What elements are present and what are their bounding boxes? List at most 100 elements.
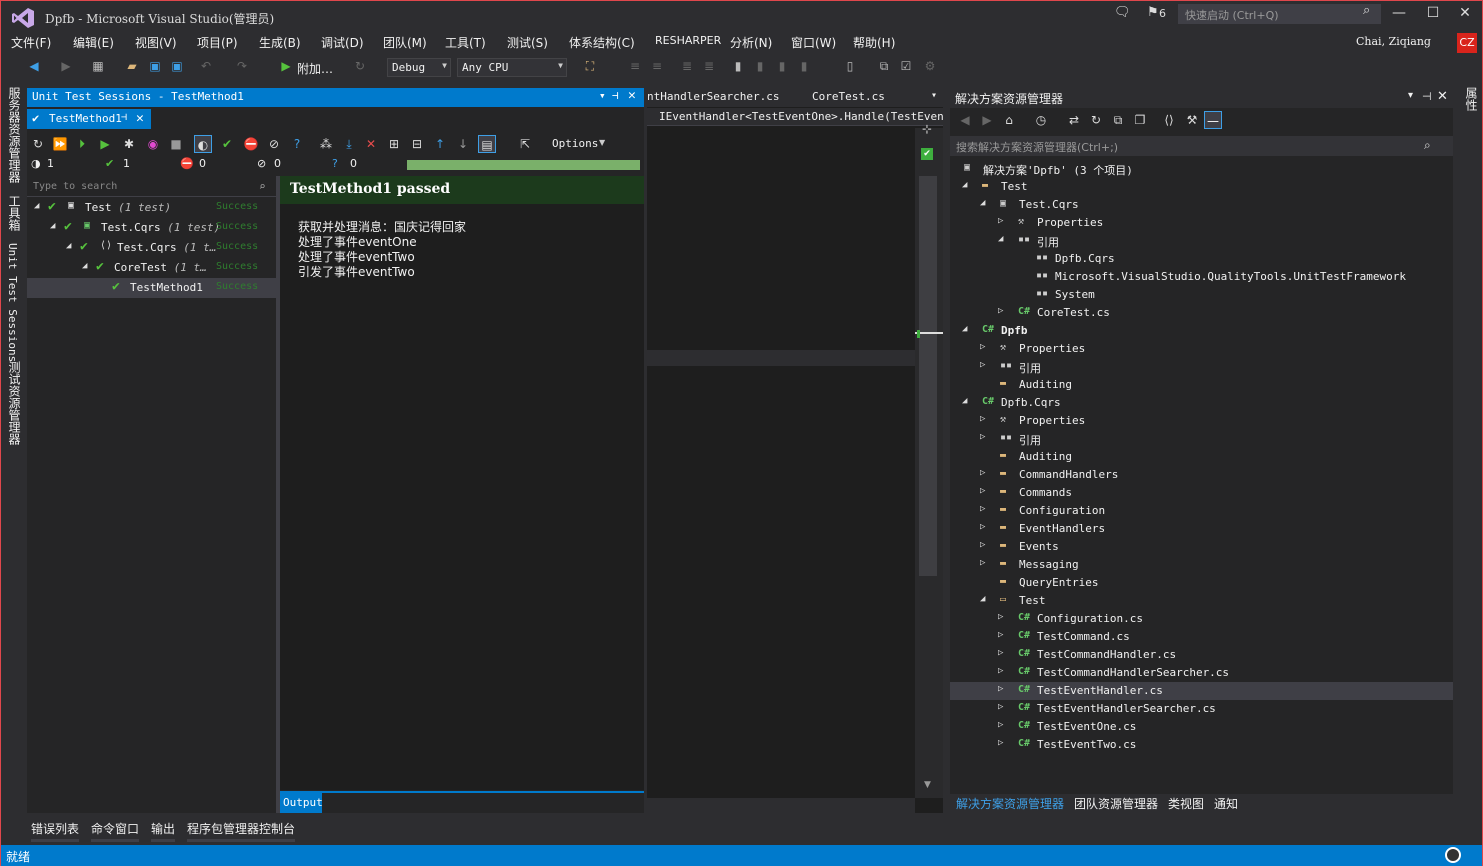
tab-solution-explorer[interactable]: 解决方案资源管理器 [956,795,1064,812]
tab-overflow-icon[interactable]: ▾ [931,90,937,101]
collapsed-icon[interactable]: ▷ [980,342,985,352]
menu-edit[interactable]: 编辑(E) [73,34,114,51]
tab-team-explorer[interactable]: 团队资源管理器 [1074,795,1158,812]
test-search-input[interactable]: Type to search ⌕ [27,178,276,197]
tab-package-manager-console[interactable]: 程序包管理器控制台 [187,820,295,837]
profile-icon[interactable]: ◉ [144,135,162,153]
tree-row[interactable]: ▷ ⚒ Properties [950,412,1453,430]
tab-output[interactable]: 输出 [151,820,175,837]
expanded-icon[interactable]: ◢ [34,201,39,211]
tab-notifications[interactable]: 通知 [1214,795,1238,812]
run-icon[interactable]: ▶ [96,135,114,153]
collapsed-icon[interactable]: ▷ [980,414,985,424]
forward-icon[interactable]: ▶ [978,111,996,129]
solution-search-input[interactable]: 搜索解决方案资源管理器(Ctrl+;) ⌕ [950,136,1453,156]
collapsed-icon[interactable]: ▷ [980,522,985,532]
tree-row[interactable]: ◢ ▭ Test [950,592,1453,610]
menu-tools[interactable]: 工具(T) [445,34,486,51]
menu-test[interactable]: 测试(S) [507,34,548,51]
status-indicator-icon[interactable] [1445,847,1461,863]
tab-properties[interactable]: 属性 [1463,87,1480,111]
show-ignored-icon[interactable]: ⊘ [265,135,283,153]
comment-icon[interactable]: ≣ [678,57,696,75]
tree-row[interactable]: ◢ ▪▪ 引用 [950,232,1453,250]
refresh-icon[interactable]: ↻ [1087,111,1105,129]
code-area[interactable] [647,128,915,360]
sync-icon[interactable]: ⇄ [1065,111,1083,129]
refresh-icon[interactable]: ↻ [351,57,369,75]
tree-row[interactable]: ▪▪ System [950,286,1453,304]
menu-file[interactable]: 文件(F) [11,34,51,51]
feedback-icon[interactable]: 🗨 [1114,5,1131,20]
show-passed-icon[interactable]: ✔ [218,135,236,153]
test-tree-row[interactable]: ✔ TestMethod1 Success [27,278,276,298]
collapsed-icon[interactable]: ▷ [980,540,985,550]
back-icon[interactable]: ◀ [956,111,974,129]
menu-analyze[interactable]: 分析(N) [730,34,772,51]
menu-architecture[interactable]: 体系结构(C) [569,34,635,51]
tab-test-explorer[interactable]: 测试资源管理器 [6,361,23,445]
tree-row[interactable]: ▷ C# TestCommandHandlerSearcher.cs [950,664,1453,682]
previous-icon[interactable]: ↑ [431,135,449,153]
dropdown-icon[interactable]: ▾ [599,89,606,102]
tree-row[interactable]: ▪▪ Dpfb.Cqrs [950,250,1453,268]
search-options-icon[interactable]: ⌕ [259,180,266,193]
close-icon[interactable]: ✕ [136,111,144,126]
menu-view[interactable]: 视图(V) [135,34,177,51]
tree-row[interactable]: ▷ C# TestEventOne.cs [950,718,1453,736]
indent-icon[interactable]: ≡ [626,57,644,75]
next-bookmark-icon[interactable]: ▮ [773,57,791,75]
layout-icon[interactable]: ▤ [478,135,496,153]
pin-icon[interactable]: ⊣ [612,89,619,102]
expanded-icon[interactable]: ◢ [962,324,967,334]
save-icon[interactable]: ▣ [146,57,164,75]
pin-icon[interactable]: ⊣ [121,112,127,123]
redo-icon[interactable]: ↷ [233,57,251,75]
expanded-icon[interactable]: ◢ [82,261,87,271]
expanded-icon[interactable]: ◢ [962,396,967,406]
menu-resharper[interactable]: RESHARPER [655,34,721,47]
tree-row[interactable]: ◢ ▣ Test.Cqrs [950,196,1453,214]
show-all-files-icon[interactable]: ❐ [1131,111,1149,129]
collapsed-icon[interactable]: ▷ [980,558,985,568]
scrollbar-thumb[interactable] [919,176,937,576]
maximize-button[interactable]: ☐ [1423,5,1443,23]
pin-icon[interactable]: ⊣ [1422,90,1432,103]
tab-error-list[interactable]: 错误列表 [31,820,79,837]
tab-handler-searcher[interactable]: ntHandlerSearcher.cs [647,90,779,103]
tree-row[interactable]: ▷ C# TestCommandHandler.cs [950,646,1453,664]
search-icon[interactable]: ⌕ [1363,3,1370,18]
session-tab[interactable]: ✔ TestMethod1 ⊣ ✕ [27,109,151,129]
collapsed-icon[interactable]: ▷ [998,684,1003,694]
attach-button[interactable]: 附加… [297,60,333,77]
show-failed-icon[interactable]: ⛔ [242,135,260,153]
user-avatar[interactable]: CZ [1457,33,1477,53]
test-tree-row[interactable]: ◢ ✔ ⟨⟩ Test.Cqrs (1 t… Success [27,238,276,258]
close-icon[interactable]: ✕ [1437,89,1448,104]
outdent-icon[interactable]: ≡ [648,57,666,75]
tab-coretest[interactable]: CoreTest.cs [812,90,885,103]
document-icon[interactable]: ▯ [841,57,859,75]
tab-unit-test-sessions[interactable]: Unit Test Sessions [6,243,19,362]
tree-row[interactable]: ▬ Auditing [950,376,1453,394]
tree-row[interactable]: ▬ Auditing [950,448,1453,466]
tree-row[interactable]: ◢ C# Dpfb [950,322,1453,340]
extensions-icon[interactable]: ⚙ [921,57,939,75]
vertical-scrollbar[interactable]: ⊹ ✔ ▼ [915,122,943,798]
tree-row[interactable]: ▷ ▬ Commands [950,484,1453,502]
remove-icon[interactable]: ✕ [362,135,380,153]
stop-icon[interactable]: ■ [167,135,185,153]
menu-debug[interactable]: 调试(D) [321,34,364,51]
test-tree-row[interactable]: ◢ ✔ ▣ Test (1 test) Success [27,198,276,218]
undo-icon[interactable]: ↶ [197,57,215,75]
expanded-icon[interactable]: ◢ [50,221,55,231]
tab-command-window[interactable]: 命令窗口 [91,820,139,837]
expanded-icon[interactable]: ◢ [980,594,985,604]
tree-row[interactable]: ▷ C# CoreTest.cs [950,304,1453,322]
tree-row[interactable]: ▷ ⚒ Properties [950,214,1453,232]
tree-row[interactable]: ▷ ▬ CommandHandlers [950,466,1453,484]
tree-row[interactable]: ▷ ▪▪ 引用 [950,358,1453,376]
expand-all-icon[interactable]: ⊞ [385,135,403,153]
menu-project[interactable]: 项目(P) [197,34,238,51]
tab-toolbox[interactable]: 工具箱 [6,195,23,231]
